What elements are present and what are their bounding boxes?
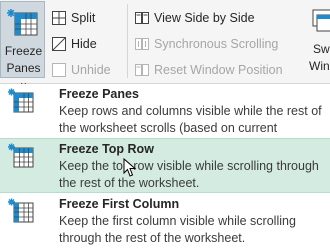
- menu-item-title: Freeze Top Row: [59, 142, 154, 156]
- sync-scroll-icon: [135, 38, 149, 50]
- freeze-panes-icon: [8, 88, 34, 113]
- side-by-side-icon: [135, 12, 149, 24]
- freeze-panes-icon: [7, 9, 38, 36]
- menu-item-freeze-top-row[interactable]: Freeze Top Row Keep the top row visible …: [0, 138, 330, 193]
- freeze-panes-label: Freeze: [4, 44, 43, 58]
- mouse-cursor-icon: [123, 158, 137, 177]
- switch-windows-label-2: Wind: [309, 59, 330, 73]
- switch-windows-label: Sw: [313, 42, 330, 56]
- reset-window-icon: [135, 64, 149, 76]
- hide-icon: [52, 37, 66, 51]
- freeze-first-column-icon: [8, 198, 34, 223]
- menu-item-title: Freeze First Column: [59, 197, 180, 211]
- view-side-by-side-label: View Side by Side: [154, 11, 255, 25]
- split-icon: [52, 11, 66, 25]
- hide-label: Hide: [71, 37, 97, 51]
- menu-item-freeze-panes[interactable]: Freeze Panes Keep rows and columns visib…: [0, 84, 330, 152]
- reset-window-position-label: Reset Window Position: [154, 63, 283, 77]
- switch-windows-button[interactable]: Sw Wind: [305, 0, 330, 80]
- freeze-panes-button[interactable]: Freeze Panes ⌄: [0, 1, 45, 89]
- freeze-panes-menu: Freeze Panes Keep rows and columns visib…: [0, 84, 330, 249]
- menu-item-freeze-first-column[interactable]: Freeze First Column Keep the first colum…: [0, 194, 330, 249]
- split-label: Split: [71, 11, 96, 25]
- switch-windows-icon: [312, 9, 330, 32]
- unhide-label: Unhide: [71, 63, 111, 77]
- menu-item-title: Freeze Panes: [59, 87, 139, 101]
- menu-item-description: Keep the first column visible while scro…: [59, 214, 296, 245]
- menu-item-description: Keep the top row visible while scrolling…: [59, 159, 319, 190]
- unhide-icon: [52, 63, 66, 77]
- ribbon-window-group: Freeze Panes ⌄ Split Hide Unhide View Si: [0, 0, 330, 89]
- synchronous-scrolling-label: Synchronous Scrolling: [154, 37, 279, 51]
- divider: [127, 4, 128, 78]
- freeze-top-row-icon: [8, 143, 34, 168]
